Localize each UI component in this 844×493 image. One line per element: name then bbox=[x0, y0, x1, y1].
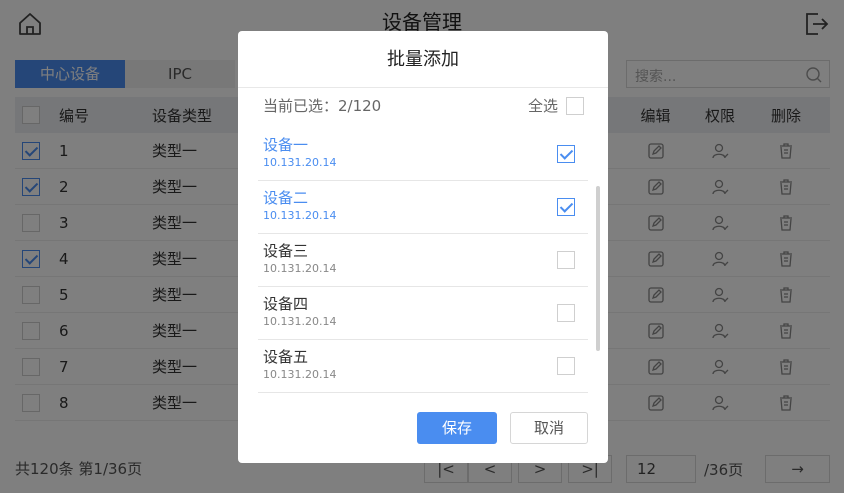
device-ip: 10.131.20.14 bbox=[263, 368, 337, 381]
device-name: 设备一 bbox=[263, 136, 309, 154]
device-list: 设备一 10.131.20.14 设备二 10.131.20.14 设备三 10.131.… bbox=[258, 128, 588, 393]
device-checkbox[interactable] bbox=[557, 357, 575, 375]
device-ip: 10.131.20.14 bbox=[263, 156, 337, 169]
select-all-checkbox[interactable] bbox=[566, 96, 584, 115]
dialog-title: 批量添加 bbox=[387, 49, 459, 70]
device-list-item[interactable]: 设备四 10.131.20.14 bbox=[258, 287, 588, 340]
device-name: 设备四 bbox=[263, 295, 309, 313]
device-checkbox[interactable] bbox=[557, 198, 575, 216]
device-checkbox[interactable] bbox=[557, 304, 575, 322]
batch-add-dialog: 批量添加 当前已选：2/120 全选 设备一 10.131.20.14 设备二 10.… bbox=[238, 31, 608, 463]
device-list-item[interactable]: 设备一 10.131.20.14 bbox=[258, 128, 588, 181]
dialog-divider bbox=[238, 87, 608, 88]
device-name: 设备五 bbox=[263, 348, 309, 366]
list-scrollbar[interactable] bbox=[596, 186, 600, 351]
device-list-item[interactable]: 设备五 10.131.20.14 bbox=[258, 340, 588, 393]
device-name: 设备三 bbox=[263, 242, 309, 260]
device-ip: 10.131.20.14 bbox=[263, 315, 337, 328]
device-checkbox[interactable] bbox=[557, 251, 575, 269]
save-button[interactable]: 保存 bbox=[417, 412, 497, 444]
device-list-item[interactable]: 设备三 10.131.20.14 bbox=[258, 234, 588, 287]
device-ip: 10.131.20.14 bbox=[263, 262, 337, 275]
cancel-button[interactable]: 取消 bbox=[510, 412, 588, 444]
device-name: 设备二 bbox=[263, 189, 309, 207]
device-checkbox[interactable] bbox=[557, 145, 575, 163]
device-ip: 10.131.20.14 bbox=[263, 209, 337, 222]
selected-count: 当前已选：2/120 bbox=[263, 97, 382, 115]
device-list-item[interactable]: 设备二 10.131.20.14 bbox=[258, 181, 588, 234]
select-all[interactable]: 全选 bbox=[528, 95, 584, 116]
select-all-label: 全选 bbox=[527, 97, 558, 115]
